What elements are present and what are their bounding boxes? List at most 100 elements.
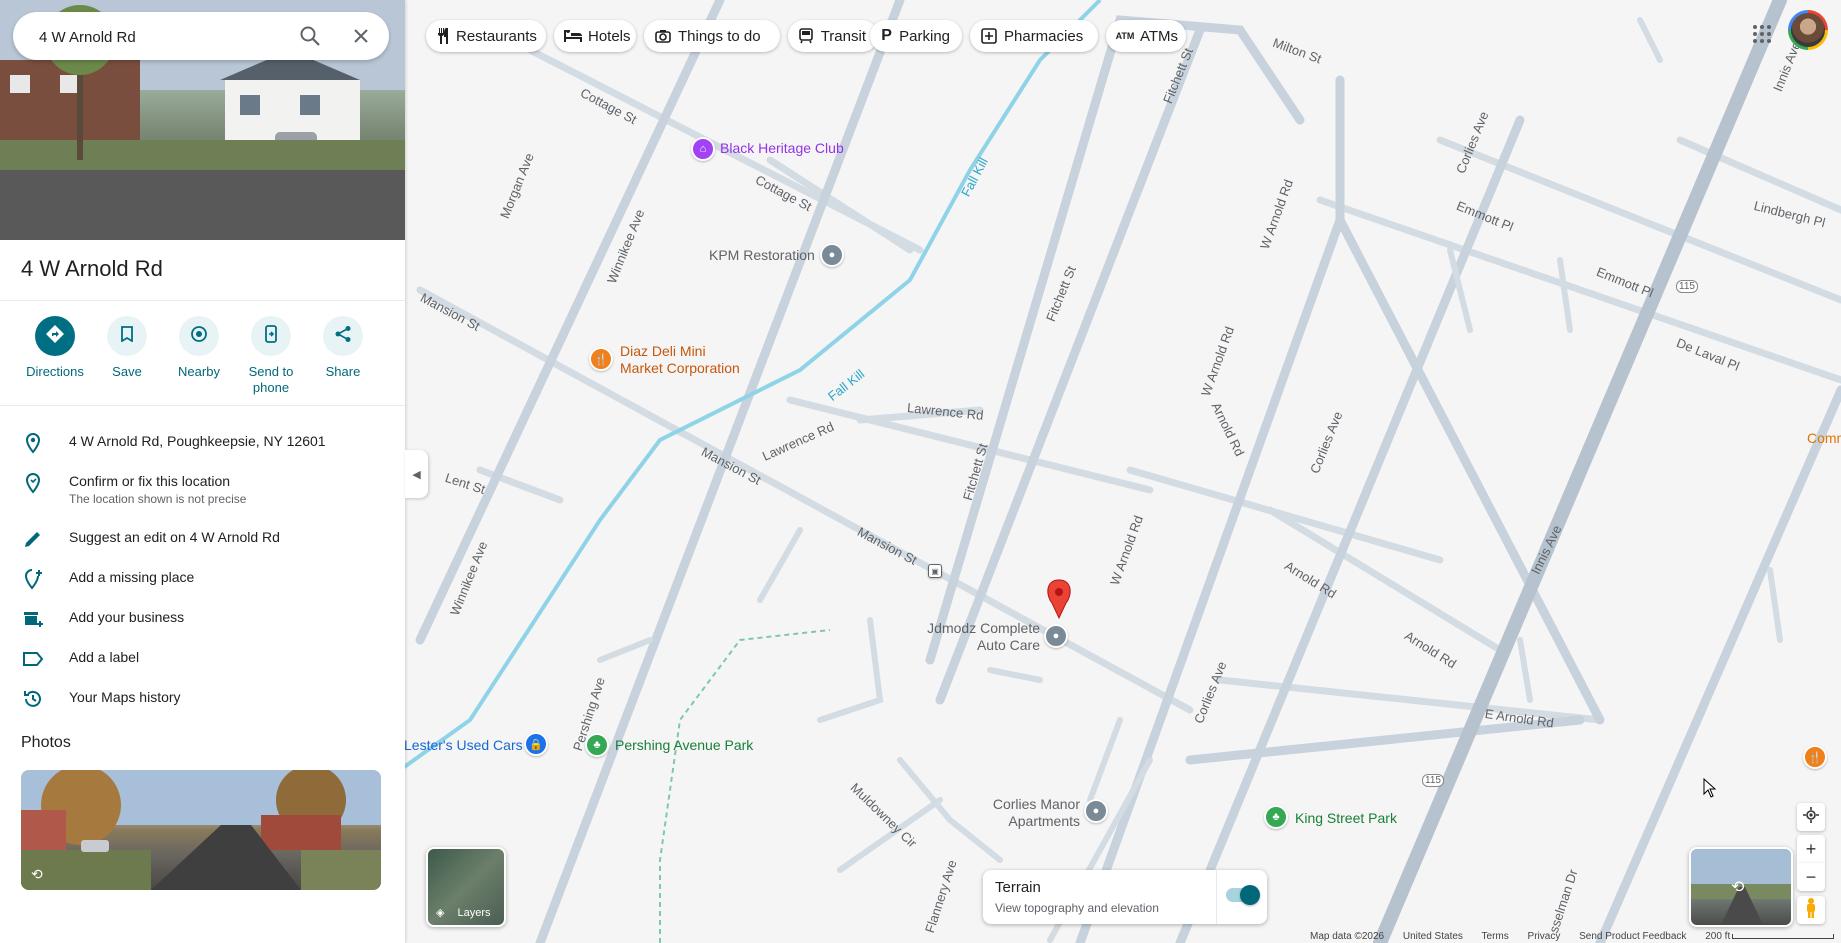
suggest-edit-row[interactable]: Suggest an edit on 4 W Arnold Rd bbox=[0, 520, 405, 556]
close-icon[interactable] bbox=[349, 24, 373, 48]
street-view-360-icon: ⟲ bbox=[1731, 879, 1745, 896]
my-location-button[interactable] bbox=[1797, 803, 1825, 831]
account-avatar[interactable] bbox=[1788, 10, 1828, 50]
terms-link[interactable]: Terms bbox=[1482, 931, 1509, 942]
add-place-icon bbox=[22, 568, 44, 590]
pegman-button[interactable] bbox=[1797, 896, 1825, 924]
street-view-360-icon: ⟲ bbox=[31, 866, 43, 882]
address-row[interactable]: 4 W Arnold Rd, Poughkeepsie, NY 12601 bbox=[0, 424, 405, 460]
poi-jdmodz-auto[interactable]: Jdmodz Complete Auto Care bbox=[900, 620, 1040, 654]
chip-hotels[interactable]: Hotels bbox=[554, 20, 636, 52]
location-pin-icon bbox=[22, 432, 44, 454]
poi-marker-jdmodz[interactable]: ● bbox=[1044, 624, 1068, 648]
country-link[interactable]: United States bbox=[1403, 931, 1463, 942]
poi-kpm-restoration[interactable]: KPM Restoration bbox=[709, 247, 815, 263]
parking-icon: P bbox=[881, 27, 892, 44]
poi-marker-restaurant[interactable]: 🍴 bbox=[1803, 745, 1827, 769]
photos-heading: Photos bbox=[21, 734, 71, 751]
share-icon bbox=[334, 325, 352, 348]
add-missing-place-row[interactable]: Add a missing place bbox=[0, 560, 405, 596]
zoom-in-button[interactable]: + bbox=[1797, 835, 1825, 863]
directions-icon bbox=[46, 324, 64, 348]
add-label-row[interactable]: Add a label bbox=[0, 640, 405, 676]
add-business-row[interactable]: Add your business bbox=[0, 600, 405, 636]
place-panel: 4 W Arnold Rd Directions Save Nearby Sen… bbox=[0, 0, 405, 943]
send-to-phone-button[interactable]: Send to phone bbox=[235, 316, 307, 396]
send-to-phone-icon bbox=[264, 324, 278, 348]
confirm-location-row[interactable]: Confirm or fix this location The locatio… bbox=[0, 464, 405, 510]
poi-pershing-avenue-park[interactable]: Pershing Avenue Park bbox=[615, 737, 753, 753]
poi-diaz-deli[interactable]: Diaz Deli Mini Market Corporation bbox=[620, 343, 740, 377]
map-data-attribution: Map data ©2026 bbox=[1310, 931, 1385, 942]
terrain-title: Terrain bbox=[995, 879, 1041, 896]
bed-icon bbox=[564, 27, 582, 45]
search-icon[interactable] bbox=[298, 24, 322, 48]
chip-transit[interactable]: Transit bbox=[788, 20, 878, 52]
poi-marker-corlies-manor[interactable]: ● bbox=[1084, 799, 1108, 823]
chip-atms[interactable]: ATM ATMs bbox=[1106, 20, 1186, 52]
maps-history-row[interactable]: Your Maps history bbox=[0, 680, 405, 716]
minus-icon: − bbox=[1805, 866, 1817, 887]
poi-label-partial: Comm bbox=[1807, 430, 1841, 446]
chip-restaurants[interactable]: Restaurants bbox=[426, 20, 546, 52]
nearby-button[interactable]: Nearby bbox=[163, 316, 235, 380]
divider bbox=[1216, 870, 1217, 924]
divider bbox=[0, 300, 405, 301]
chip-parking[interactable]: P Parking bbox=[870, 20, 962, 52]
poi-marker-lesters[interactable]: 🔒 bbox=[524, 732, 548, 756]
terrain-card[interactable]: Terrain View topography and elevation bbox=[983, 870, 1267, 924]
directions-button[interactable]: Directions bbox=[19, 316, 91, 380]
privacy-link[interactable]: Privacy bbox=[1528, 931, 1561, 942]
bookmark-icon bbox=[120, 325, 134, 347]
poi-marker-kpm[interactable]: ● bbox=[820, 243, 844, 267]
poi-marker-black-heritage[interactable]: ⌂ bbox=[691, 137, 715, 161]
crosshair-icon bbox=[1803, 806, 1819, 828]
scale-label[interactable]: 200 ft bbox=[1705, 931, 1730, 942]
atm-icon: ATM bbox=[1115, 31, 1135, 41]
search-box bbox=[13, 12, 389, 60]
history-icon bbox=[22, 688, 44, 710]
feedback-link[interactable]: Send Product Feedback bbox=[1579, 931, 1686, 942]
terrain-toggle[interactable] bbox=[1226, 885, 1260, 905]
location-pin-icon[interactable] bbox=[1047, 579, 1071, 620]
poi-marker-pershing-park[interactable]: ♣ bbox=[585, 733, 609, 757]
chip-pharmacies[interactable]: Pharmacies bbox=[970, 20, 1098, 52]
fork-knife-icon bbox=[436, 27, 450, 45]
mouse-cursor-icon bbox=[1703, 777, 1717, 803]
map-footer: Map data ©2026 United States Terms Priva… bbox=[1310, 931, 1841, 943]
poi-corlies-manor[interactable]: Corlies Manor Apartments bbox=[960, 796, 1080, 830]
street-view-thumbnail[interactable]: ⟲ bbox=[1689, 847, 1793, 927]
pharmacy-icon bbox=[980, 27, 998, 45]
route-shield: 115 bbox=[1422, 774, 1444, 787]
search-input[interactable] bbox=[37, 24, 291, 50]
poi-lesters-used-cars[interactable]: Lester's Used Cars bbox=[404, 737, 523, 753]
scale-bar bbox=[1732, 933, 1835, 939]
photo-street-view[interactable]: ⟲ bbox=[21, 770, 381, 890]
poi-marker-king-park[interactable]: ♣ bbox=[1264, 805, 1288, 829]
poi-marker-transit[interactable]: ▣ bbox=[928, 564, 942, 578]
save-button[interactable]: Save bbox=[91, 316, 163, 380]
camera-icon bbox=[654, 27, 672, 45]
poi-marker-diaz[interactable]: 🍴 bbox=[589, 347, 613, 371]
share-button[interactable]: Share bbox=[307, 316, 379, 380]
pencil-icon bbox=[22, 528, 44, 550]
add-business-icon bbox=[22, 608, 44, 630]
collapse-panel-button[interactable]: ◀ bbox=[405, 450, 428, 498]
train-icon bbox=[798, 27, 815, 45]
chip-things-to-do[interactable]: Things to do bbox=[644, 20, 780, 52]
apps-grid-icon[interactable] bbox=[1750, 22, 1774, 46]
page-title: 4 W Arnold Rd bbox=[21, 256, 163, 281]
poi-king-street-park[interactable]: King Street Park bbox=[1295, 810, 1397, 826]
divider bbox=[0, 405, 405, 406]
nearby-icon bbox=[190, 325, 208, 348]
chevron-left-icon: ◀ bbox=[412, 468, 421, 481]
poi-black-heritage-club[interactable]: Black Heritage Club bbox=[720, 140, 844, 156]
layers-button[interactable]: ◈ Layers bbox=[426, 847, 506, 927]
pegman-icon bbox=[1805, 897, 1817, 923]
label-icon bbox=[22, 648, 44, 670]
zoom-out-button[interactable]: − bbox=[1797, 863, 1825, 891]
plus-icon: + bbox=[1805, 838, 1817, 859]
terrain-subtitle: View topography and elevation bbox=[995, 901, 1159, 915]
location-pin-outline-icon bbox=[22, 472, 44, 494]
route-shield: 115 bbox=[1676, 280, 1698, 293]
